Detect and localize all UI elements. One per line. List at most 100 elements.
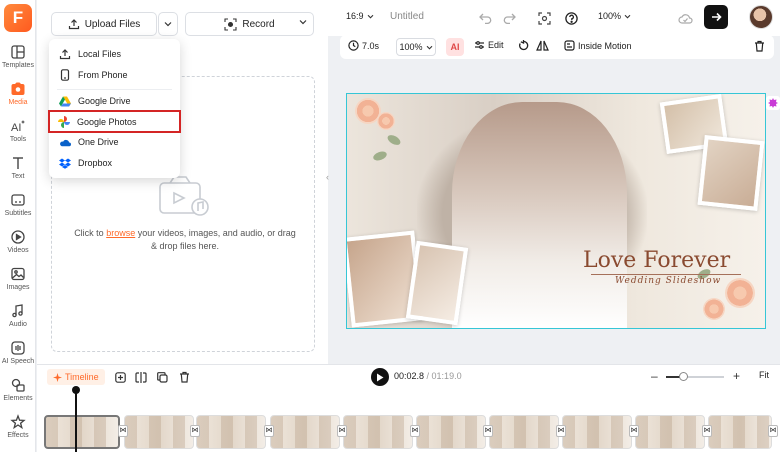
video-canvas[interactable]: Love Forever Wedding Slideshow: [346, 93, 766, 329]
cloud-save-button[interactable]: [676, 9, 694, 27]
aspect-ratio-select[interactable]: 16:9: [346, 11, 374, 21]
add-track-button[interactable]: [113, 370, 127, 384]
app-logo[interactable]: F: [4, 4, 32, 32]
clip-thumbnails: [271, 416, 339, 448]
export-button[interactable]: [704, 5, 728, 29]
avatar[interactable]: [749, 5, 773, 29]
transition-marker[interactable]: ⋈: [483, 425, 493, 437]
transition-marker[interactable]: ⋈: [556, 425, 566, 437]
canvas-title-text[interactable]: Love Forever: [583, 248, 730, 273]
duplicate-button[interactable]: [155, 370, 169, 384]
timeline-clip[interactable]: [196, 415, 266, 449]
timeline-zoom-slider[interactable]: [666, 372, 724, 381]
menu-item-google-photos[interactable]: Google Photos: [48, 110, 181, 133]
menu-item-google-drive[interactable]: Google Drive: [49, 91, 180, 111]
menu-item-label: Google Photos: [77, 116, 137, 127]
project-title[interactable]: Untitled: [390, 11, 424, 22]
edit-label: Edit: [488, 40, 504, 50]
split-button[interactable]: [134, 370, 148, 384]
rail-item-label: Images: [6, 284, 30, 291]
effects-icon: [10, 414, 26, 430]
transition-marker[interactable]: ⋈: [118, 425, 128, 437]
record-button[interactable]: Record: [185, 12, 314, 36]
timeline-clip[interactable]: [489, 415, 559, 449]
timeline-clip[interactable]: [44, 415, 120, 449]
clip-thumbnails: [125, 416, 193, 448]
menu-item-one-drive[interactable]: One Drive: [49, 132, 180, 152]
puzzle-icon: [768, 98, 778, 108]
rail-item-label: Audio: [9, 321, 27, 328]
timeline-clip[interactable]: [635, 415, 705, 449]
timeline-clip[interactable]: [416, 415, 486, 449]
scale-select[interactable]: 100%: [396, 38, 436, 56]
zoom-slider-handle[interactable]: [679, 372, 689, 381]
menu-item-dropbox[interactable]: Dropbox: [49, 153, 180, 173]
flip-icon: [536, 40, 549, 51]
transition-marker[interactable]: ⋈: [264, 425, 274, 437]
fullscreen-capture-button[interactable]: [535, 9, 553, 27]
chevron-down-icon: [624, 14, 631, 19]
collapse-panel-handle[interactable]: ‹: [326, 172, 334, 190]
elements-icon: [11, 378, 25, 392]
timeline-clip[interactable]: [124, 415, 194, 449]
redo-button[interactable]: [500, 9, 518, 27]
play-icon: [377, 373, 384, 381]
transition-marker[interactable]: ⋈: [768, 425, 778, 437]
menu-item-from-phone[interactable]: From Phone: [49, 65, 180, 85]
timeline-tab[interactable]: Timeline: [47, 369, 105, 385]
upload-dropdown-toggle[interactable]: [158, 12, 178, 36]
timeline-clip[interactable]: [270, 415, 340, 449]
element-toolbar: 7.0s 100% AI Edit Inside Motion: [340, 35, 774, 59]
edit-button[interactable]: Edit: [474, 40, 504, 50]
menu-item-local-files[interactable]: Local Files: [49, 44, 180, 64]
timeline-clip[interactable]: [343, 415, 413, 449]
rail-item-images[interactable]: Images: [0, 266, 36, 300]
canvas-side-tag[interactable]: [766, 96, 780, 110]
rail-item-ai-speech[interactable]: AI Speech: [0, 340, 36, 374]
add-icon: [114, 371, 126, 383]
upload-files-button[interactable]: Upload Files: [51, 12, 157, 36]
record-icon: [224, 17, 237, 31]
menu-item-label: Google Drive: [78, 96, 131, 106]
zoom-out-button[interactable]: –: [651, 369, 658, 383]
help-button[interactable]: [562, 9, 580, 27]
delete-button[interactable]: [754, 40, 765, 52]
timeline-clip[interactable]: [562, 415, 632, 449]
rail-item-label: Videos: [7, 247, 29, 254]
rail-item-videos[interactable]: Videos: [0, 229, 36, 263]
playhead[interactable]: [75, 392, 77, 452]
rail-item-elements[interactable]: Elements: [0, 377, 36, 411]
ai-tools-button[interactable]: AI: [446, 38, 464, 56]
rail-item-audio[interactable]: Audio: [0, 303, 36, 337]
rail-item-text[interactable]: Text: [0, 155, 36, 189]
rail-item-templates[interactable]: Templates: [0, 44, 36, 78]
transition-marker[interactable]: ⋈: [190, 425, 200, 437]
clip-thumbnails: [636, 416, 704, 448]
rotate-button[interactable]: [518, 40, 529, 51]
rail-item-media[interactable]: Media: [0, 81, 36, 115]
browse-link[interactable]: browse: [106, 228, 135, 238]
undo-button[interactable]: [476, 9, 494, 27]
onedrive-icon: [59, 136, 71, 148]
zoom-select[interactable]: 100%: [598, 11, 631, 21]
timeline-clip[interactable]: [708, 415, 772, 449]
zoom-in-button[interactable]: +: [733, 369, 740, 383]
rail-item-label: Tools: [9, 136, 27, 143]
transition-marker[interactable]: ⋈: [410, 425, 420, 437]
canvas-subtitle-text[interactable]: Wedding Slideshow: [615, 276, 721, 286]
current-time: 00:02.8: [394, 371, 425, 381]
flip-button[interactable]: [536, 40, 549, 51]
rail-item-subtitles[interactable]: Subtitles: [0, 192, 36, 226]
trash-icon: [755, 40, 764, 52]
duration-control[interactable]: 7.0s: [348, 40, 379, 51]
play-button[interactable]: [371, 368, 389, 386]
inside-motion-button[interactable]: Inside Motion: [564, 40, 632, 51]
transition-marker[interactable]: ⋈: [337, 425, 347, 437]
fit-button[interactable]: Fit: [754, 370, 774, 380]
transition-marker[interactable]: ⋈: [702, 425, 712, 437]
rail-item-tools[interactable]: AI Tools: [0, 118, 36, 152]
timeline-delete-button[interactable]: [177, 370, 191, 384]
chevron-down-icon[interactable]: [299, 19, 307, 25]
transition-marker[interactable]: ⋈: [629, 425, 639, 437]
rail-item-effects[interactable]: Effects: [0, 414, 36, 448]
